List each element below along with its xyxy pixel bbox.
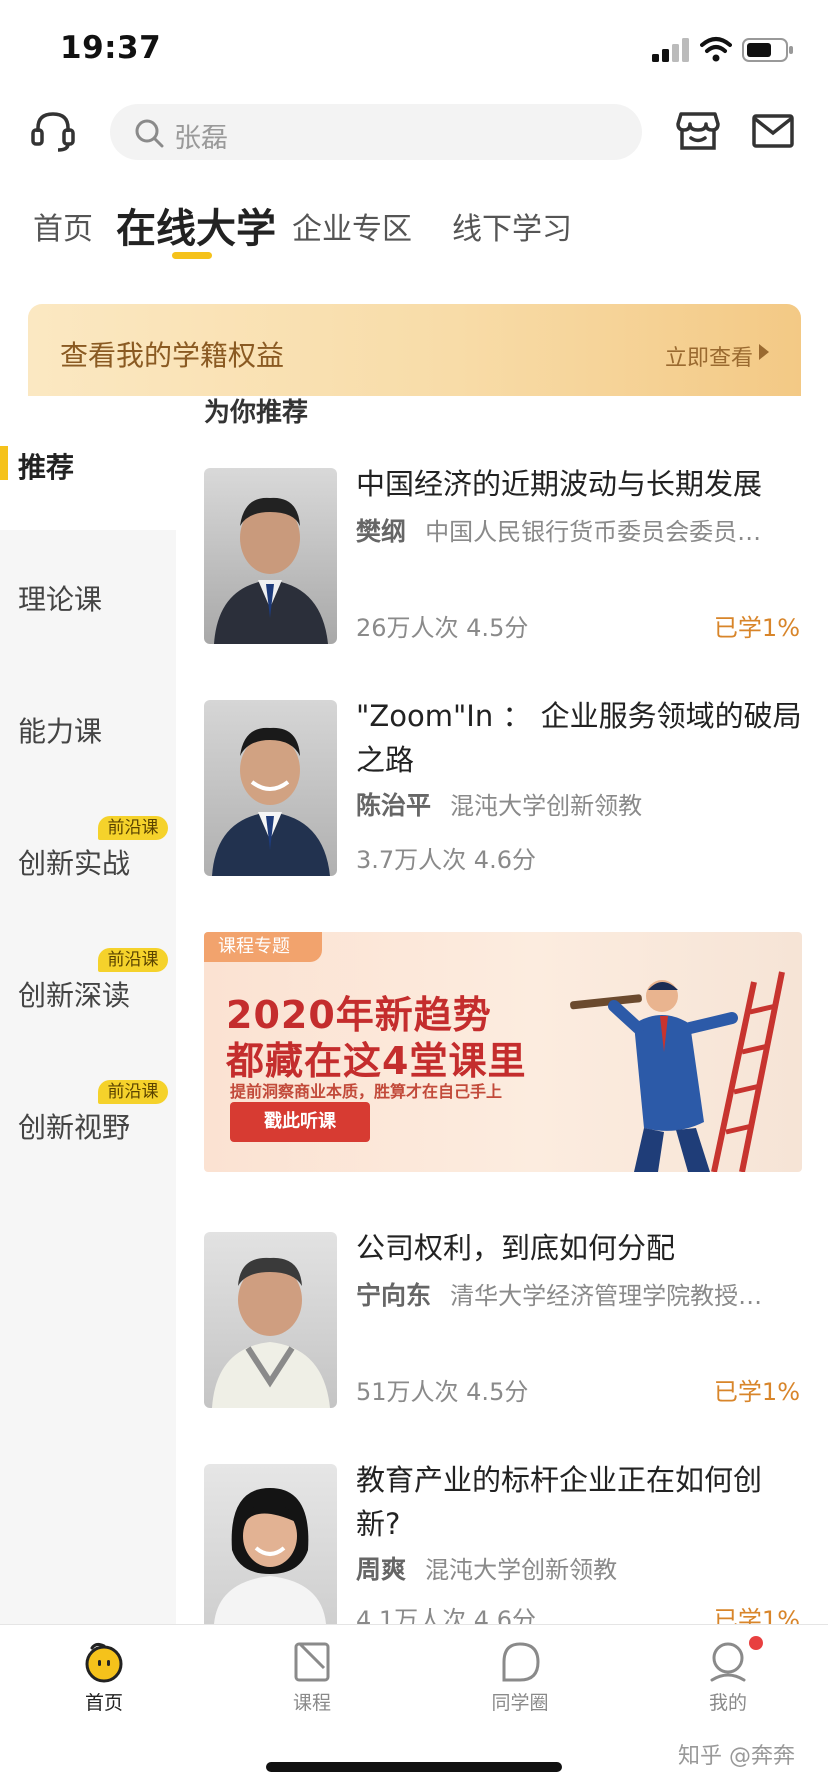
course-stats: 26万人次 4.5分 — [356, 614, 529, 642]
lecturer-name: 周爽 — [356, 1555, 407, 1584]
tab-home[interactable]: 首页 — [33, 204, 93, 248]
chat-bubble-icon — [502, 1642, 540, 1682]
tab-enterprise[interactable]: 企业专区 — [292, 204, 412, 248]
home-face-icon — [85, 1642, 123, 1683]
lecturer-name: 陈治平 — [356, 791, 432, 820]
sidebar-item-ability[interactable]: 能力课 — [18, 710, 102, 750]
battery-icon — [742, 38, 793, 62]
app-screen: 19:37 张磊 首页 在线大学 企业专区 线下学习 查看我的学籍权益 立即查看… — [0, 0, 828, 1792]
lecturer-photo — [212, 727, 330, 876]
sidebar-active-indicator — [0, 446, 8, 480]
nav-home-label: 首页 — [84, 1692, 123, 1714]
sidebar-item-innovation-reading[interactable]: 创新深读 — [18, 974, 130, 1014]
course-book-icon — [294, 1642, 330, 1682]
course-author-line: 樊纲 中国人民银行货币委员会委员… — [356, 512, 806, 548]
promo-headline-secondary: 都藏在这4堂课里 — [226, 1039, 527, 1083]
lecturer-name: 樊纲 — [356, 517, 407, 546]
course-thumbnail[interactable] — [204, 1232, 337, 1408]
frontier-badge: 前沿课 — [98, 816, 168, 840]
tab-online-university[interactable]: 在线大学 — [116, 196, 276, 254]
course-thumbnail[interactable] — [204, 468, 337, 644]
lecturer-title: 混沌大学创新领教 — [450, 792, 643, 820]
course-progress: 已学1% — [713, 1378, 800, 1406]
search-placeholder: 张磊 — [174, 123, 228, 154]
course-thumbnail[interactable] — [204, 700, 337, 876]
course-thumbnail[interactable] — [204, 1464, 337, 1624]
nav-home[interactable]: 首页 — [44, 1640, 164, 1715]
lecturer-photo — [212, 1257, 330, 1408]
frontier-badge: 前沿课 — [98, 1080, 168, 1104]
course-author-line: 宁向东 清华大学经济管理学院教授… — [356, 1276, 806, 1312]
section-title: 为你推荐 — [204, 398, 309, 428]
customer-service-headset-icon[interactable] — [30, 108, 76, 154]
course-author-line: 陈治平 混沌大学创新领教 — [356, 786, 806, 822]
benefits-banner-title: 查看我的学籍权益 — [60, 339, 285, 372]
course-stats: 3.7万人次 4.6分 — [356, 846, 536, 874]
lecturer-name: 宁向东 — [356, 1281, 432, 1310]
profile-icon — [710, 1642, 746, 1682]
nav-courses-label: 课程 — [292, 1692, 331, 1714]
lecturer-photo — [214, 1488, 326, 1624]
course-progress: 已学1% — [713, 614, 800, 642]
nav-courses[interactable]: 课程 — [252, 1640, 372, 1715]
lecturer-title: 中国人民银行货币委员会委员… — [425, 518, 762, 546]
status-time: 19:37 — [60, 30, 162, 66]
nav-profile[interactable]: 我的 — [668, 1640, 788, 1715]
course-author-line: 周爽 混沌大学创新领教 — [356, 1550, 806, 1586]
store-icon[interactable] — [675, 108, 721, 154]
sidebar-item-innovation-practice[interactable]: 创新实战 — [18, 842, 130, 882]
course-title[interactable]: 公司权利，到底如何分配 — [356, 1226, 806, 1270]
enrollment-benefits-banner[interactable]: 查看我的学籍权益 立即查看 — [28, 304, 801, 396]
arrow-right-icon — [759, 344, 769, 360]
tab-offline-learning[interactable]: 线下学习 — [452, 204, 572, 248]
search-input[interactable]: 张磊 — [110, 104, 642, 160]
course-title[interactable]: "Zoom"In ： 企业服务领域的破局之路 — [356, 694, 806, 782]
nav-classmates[interactable]: 同学圈 — [460, 1640, 580, 1715]
search-icon — [135, 119, 164, 148]
sidebar-item-innovation-vision[interactable]: 创新视野 — [18, 1106, 130, 1146]
course-title[interactable]: 教育产业的标杆企业正在如何创新? — [356, 1458, 806, 1546]
lecturer-photo — [214, 497, 328, 644]
sidebar-item-recommended[interactable]: 推荐 — [18, 446, 74, 486]
active-tab-indicator — [172, 252, 212, 259]
listen-now-button[interactable]: 戳此听课 — [230, 1102, 370, 1142]
promo-subline: 提前洞察商业本质，胜算才在自己手上 — [230, 1082, 503, 1101]
lecturer-title: 清华大学经济管理学院教授… — [450, 1282, 763, 1310]
view-now-link[interactable]: 立即查看 — [665, 340, 753, 372]
mail-icon[interactable] — [752, 114, 794, 148]
sidebar-item-theory[interactable]: 理论课 — [18, 578, 102, 618]
cellular-signal-icon — [652, 38, 689, 62]
promo-tag: 课程专题 — [204, 932, 322, 962]
nav-classmates-label: 同学圈 — [491, 1692, 549, 1714]
notification-dot — [749, 1636, 763, 1650]
course-title[interactable]: 中国经济的近期波动与长期发展 — [356, 462, 806, 506]
nav-profile-label: 我的 — [708, 1692, 747, 1714]
topic-promo-banner[interactable]: 课程专题 2020年新趋势 都藏在这4堂课里 提前洞察商业本质，胜算才在自己手上… — [204, 932, 802, 1172]
home-indicator[interactable] — [266, 1762, 562, 1772]
wifi-icon — [700, 37, 732, 62]
course-stats: 51万人次 4.5分 — [356, 1378, 529, 1406]
businessman-telescope-illustration — [570, 971, 785, 1172]
frontier-badge: 前沿课 — [98, 948, 168, 972]
watermark-text: 知乎 @奔奔 — [678, 1744, 795, 1769]
lecturer-title: 混沌大学创新领教 — [425, 1556, 618, 1584]
